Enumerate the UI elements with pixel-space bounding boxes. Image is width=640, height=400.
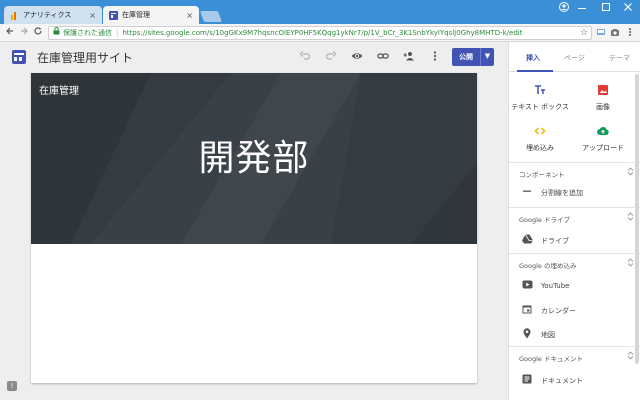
preview-eye-icon[interactable] (350, 50, 364, 64)
list-item-map[interactable]: 地図 (509, 324, 640, 344)
reload-icon[interactable] (31, 26, 45, 40)
publish-button[interactable]: 公開 ▼ (452, 48, 494, 66)
list-item-youtube[interactable]: YouTube (509, 276, 640, 296)
section-google-drive: Google ドライブ ドライブ (509, 207, 640, 252)
publish-dropdown-icon[interactable]: ▼ (480, 48, 494, 66)
insert-upload[interactable]: アップロード (573, 125, 633, 153)
close-tab-icon[interactable]: × (186, 11, 193, 20)
image-icon (573, 84, 633, 96)
bookmark-star-icon[interactable]: ☆ (580, 27, 588, 39)
section-title: Google ドライブ (519, 216, 570, 224)
screenshot-extension-icon[interactable] (609, 27, 621, 39)
list-item-document[interactable]: ドキュメント (509, 370, 640, 390)
insert-panel: 挿入 ページ テーマ テキスト ボックス 画像 埋め込み アップロード コンポー… (508, 42, 640, 400)
link-icon[interactable] (376, 50, 390, 64)
feedback-icon[interactable]: ! (7, 381, 17, 391)
sites-editor-header: 在庫管理用サイト 公開 ▼ (0, 42, 508, 72)
extension-icon[interactable] (595, 27, 607, 39)
browser-menu-icon[interactable] (624, 27, 636, 39)
site-title[interactable]: 在庫管理用サイト (37, 49, 133, 66)
list-item-label: 地図 (541, 331, 555, 339)
document-icon (521, 374, 533, 386)
list-item-label: ドキュメント (541, 377, 583, 385)
secure-label: 保護された通信 (63, 29, 112, 37)
back-icon[interactable] (3, 26, 17, 40)
collapse-chevron-icon[interactable] (627, 212, 634, 223)
banner-site-name[interactable]: 在庫管理 (39, 82, 79, 97)
url-separator: | (116, 29, 119, 37)
browser-titlebar: アナリティクス × 在庫管理 × (0, 0, 640, 24)
new-tab-button[interactable] (199, 11, 223, 22)
calendar-icon (521, 304, 533, 316)
browser-tab-inventory[interactable]: 在庫管理 × (103, 6, 199, 24)
insert-item-label: テキスト ボックス (511, 103, 569, 111)
google-sites-icon (109, 10, 118, 20)
insert-text-box[interactable]: テキスト ボックス (510, 84, 570, 112)
section-google-embeds: Google の埋め込み YouTube カレンダー 地図 (509, 253, 640, 345)
close-window-icon[interactable] (616, 0, 640, 14)
panel-scrollbar[interactable] (635, 74, 639, 364)
list-item-divider[interactable]: 分割線を追加 (509, 182, 640, 202)
collapse-chevron-icon[interactable] (627, 258, 634, 269)
header-banner[interactable]: 在庫管理 開発部 (31, 73, 477, 244)
tab-themes[interactable]: テーマ (609, 53, 630, 63)
youtube-icon (521, 280, 533, 292)
collapse-chevron-icon[interactable] (627, 167, 634, 178)
tab-insert[interactable]: 挿入 (526, 53, 540, 63)
lock-icon (53, 27, 60, 39)
list-item-label: ドライブ (541, 237, 569, 245)
insert-embed[interactable]: 埋め込み (510, 125, 570, 153)
active-tab-indicator (517, 70, 553, 72)
upload-icon (573, 125, 633, 137)
list-item-drive[interactable]: ドライブ (509, 230, 640, 250)
google-sites-logo-icon[interactable] (12, 50, 26, 64)
forward-icon[interactable] (17, 26, 31, 40)
banner-title[interactable]: 開発部 (31, 129, 477, 181)
text-box-icon (510, 84, 570, 96)
publish-label: 公開 (459, 53, 473, 61)
close-tab-icon[interactable]: × (89, 11, 96, 20)
more-options-icon[interactable] (428, 50, 442, 64)
section-title: コンポーネント (519, 171, 565, 179)
insert-image[interactable]: 画像 (573, 84, 633, 112)
browser-tab-label: 在庫管理 (122, 11, 150, 19)
insert-item-label: 画像 (596, 103, 610, 111)
url-text: https://sites.google.com/s/10gGKx9M7hqsn… (122, 29, 523, 37)
panel-tabs: 挿入 ページ テーマ (509, 42, 640, 72)
section-components: コンポーネント 分割線を追加 (509, 162, 640, 206)
browser-tab-label: アナリティクス (23, 11, 72, 19)
insert-item-label: アップロード (582, 144, 624, 152)
list-item-calendar[interactable]: カレンダー (509, 300, 640, 320)
redo-icon[interactable] (324, 50, 338, 64)
maximize-icon[interactable] (594, 0, 618, 14)
list-item-label: カレンダー (541, 307, 576, 315)
analytics-icon (10, 11, 19, 20)
url-bar[interactable]: 保護された通信 | https://sites.google.com/s/10g… (48, 26, 592, 40)
drive-icon (521, 234, 533, 246)
undo-icon[interactable] (298, 50, 312, 64)
add-person-icon[interactable] (402, 50, 416, 64)
embed-icon (510, 125, 570, 137)
collapse-chevron-icon[interactable] (627, 351, 634, 362)
divider-icon (521, 186, 533, 198)
page-canvas[interactable]: 在庫管理 開発部 (31, 73, 477, 383)
section-title: Google の埋め込み (519, 262, 577, 270)
browser-toolbar: 保護された通信 | https://sites.google.com/s/10g… (0, 24, 640, 42)
list-item-label: YouTube (541, 282, 570, 290)
list-item-label: 分割線を追加 (541, 189, 583, 197)
tab-pages[interactable]: ページ (564, 53, 585, 63)
section-google-docs: Google ドキュメント ドキュメント (509, 346, 640, 400)
minimize-icon[interactable] (570, 0, 594, 14)
browser-tab-analytics[interactable]: アナリティクス × (4, 6, 102, 24)
section-title: Google ドキュメント (519, 355, 583, 363)
map-pin-icon (521, 328, 533, 340)
insert-item-label: 埋め込み (526, 144, 554, 152)
